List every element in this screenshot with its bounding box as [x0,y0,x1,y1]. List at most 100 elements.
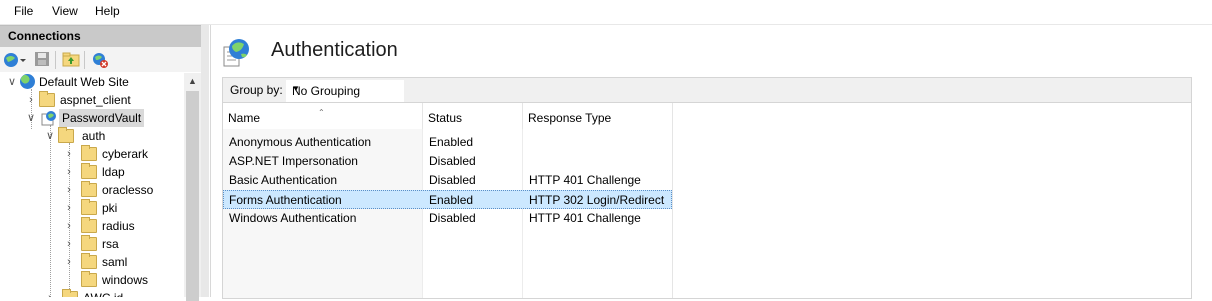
folder-icon [81,199,97,215]
cell-status: Disabled [429,211,476,225]
collapse-chevron-icon[interactable]: ∨ [44,127,56,145]
tree-node-saml[interactable]: › saml [63,253,184,271]
expand-chevron-icon[interactable]: › [25,91,37,109]
folder-icon [81,181,97,197]
menu-bar: File View Help [0,0,1212,25]
collapse-chevron-icon[interactable]: ∨ [6,73,18,91]
cell-response-type: HTTP 401 Challenge [529,173,641,187]
feature-view: Authentication Group by: No Grouping ▼ ⌃… [210,25,1212,299]
scroll-up-arrow-icon[interactable]: ▲ [184,73,201,90]
cell-status: Disabled [429,173,476,187]
connections-toolbar [0,47,201,72]
connections-title: Connections [8,29,81,43]
tree-node-partial[interactable]: › AWC id [44,289,184,297]
tree-node-label: cyberark [102,147,149,161]
scrollbar-thumb[interactable] [186,91,199,301]
tree-node-pki[interactable]: › pki [63,199,184,217]
tree-node-label: Default Web Site [39,75,129,89]
menu-help[interactable]: Help [95,4,120,18]
tree-node-passwordvault[interactable]: ∨ PasswordVault [25,109,184,127]
column-header-label: Name [228,111,261,125]
tree-node-label: windows [102,273,149,287]
column-divider [672,103,673,298]
column-header-name[interactable]: ⌃ Name [223,103,423,129]
pane-splitter[interactable] [201,25,209,297]
menu-view[interactable]: View [52,4,78,18]
expand-chevron-icon[interactable]: › [63,199,75,217]
collapse-chevron-icon[interactable]: ∨ [25,109,37,127]
tree-node-aspnet-client[interactable]: › aspnet_client [25,91,184,109]
folder-icon [39,91,55,107]
toolbar-separator-2 [84,51,85,69]
tree-node-label: pki [102,201,118,215]
cell-response-type: HTTP 302 Login/Redirect [529,193,665,207]
table-row[interactable]: ASP.NET Impersonation Disabled [223,152,672,171]
cell-status: Enabled [429,135,474,149]
expand-chevron-icon[interactable]: › [63,163,75,181]
cell-status: Enabled [429,193,474,207]
tree-node-label: radius [102,219,135,233]
group-by-label: Group by: [230,83,283,97]
table-row-selected[interactable]: Forms Authentication Enabled HTTP 302 Lo… [223,190,672,209]
table-row[interactable]: Basic Authentication Disabled HTTP 401 C… [223,171,672,190]
expand-chevron-icon[interactable]: › [63,253,75,271]
table-row[interactable]: Windows Authentication Disabled HTTP 401… [223,209,672,228]
up-folder-icon[interactable] [62,51,80,69]
folder-icon [81,163,97,179]
group-by-bar: Group by: No Grouping ▼ [223,78,1191,103]
cell-name: Anonymous Authentication [229,135,372,149]
cell-status: Disabled [429,154,476,168]
tree-node-label: PasswordVault [59,109,145,127]
tree-guide [50,125,51,297]
folder-icon [81,253,97,269]
tree-node-label: auth [82,129,106,143]
expand-chevron-icon[interactable]: › [44,289,56,297]
disconnect-icon[interactable] [91,51,109,69]
feature-list-panel: Group by: No Grouping ▼ ⌃ Name Status Re… [222,77,1192,299]
expand-chevron-icon[interactable]: › [63,217,75,235]
web-application-icon [41,110,57,126]
tree-node-cyberark[interactable]: › cyberark [63,145,184,163]
tree-node-label: oraclesso [102,183,154,197]
tree-node-default-web-site[interactable]: ∨ Default Web Site [6,73,184,91]
toolbar-separator [55,51,56,69]
tree-node-rsa[interactable]: › rsa [63,235,184,253]
connections-pane: Connections ∨ Default Web Site › aspnet_… [0,25,204,301]
expand-chevron-icon[interactable]: › [63,145,75,163]
tree-node-label: ldap [102,165,125,179]
cell-name: Windows Authentication [229,211,357,225]
tree-node-label: AWC id [83,289,123,297]
group-by-dropdown[interactable]: No Grouping ▼ [286,80,404,102]
save-icon[interactable] [34,51,52,69]
column-header-label: Response Type [528,111,612,125]
tree-scrollbar[interactable]: ▲ [184,73,201,301]
folder-icon [81,235,97,251]
table-row[interactable]: Anonymous Authentication Enabled [223,133,672,152]
cell-name: ASP.NET Impersonation [229,154,358,168]
folder-icon [58,127,74,143]
cell-response-type: HTTP 401 Challenge [529,211,641,225]
tree-node-auth[interactable]: ∨ auth [44,127,184,145]
menu-file[interactable]: File [14,4,33,18]
column-header-status[interactable]: Status [423,103,523,129]
column-header-label: Status [428,111,463,125]
cell-name: Basic Authentication [229,173,338,187]
expand-chevron-icon[interactable]: › [63,235,75,253]
tree-node-oraclesso[interactable]: › oraclesso [63,181,184,199]
dropdown-arrow-icon: ▼ [292,84,300,93]
folder-icon [81,145,97,161]
connect-globe-icon[interactable] [3,51,26,69]
column-header-response-type[interactable]: Response Type [523,103,673,129]
page-title: Authentication [271,39,398,61]
authentication-icon [223,38,251,68]
tree-node-windows[interactable]: windows [63,271,184,289]
authentication-table: ⌃ Name Status Response Type Anonymous Au… [223,103,1191,298]
expand-chevron-icon[interactable]: › [63,181,75,199]
tree-node-ldap[interactable]: › ldap [63,163,184,181]
website-globe-icon [20,74,35,89]
tree-node-label: rsa [102,237,119,251]
tree-node-radius[interactable]: › radius [63,217,184,235]
cell-name: Forms Authentication [229,193,342,207]
folder-icon [62,289,78,297]
tree-node-label: saml [102,255,128,269]
